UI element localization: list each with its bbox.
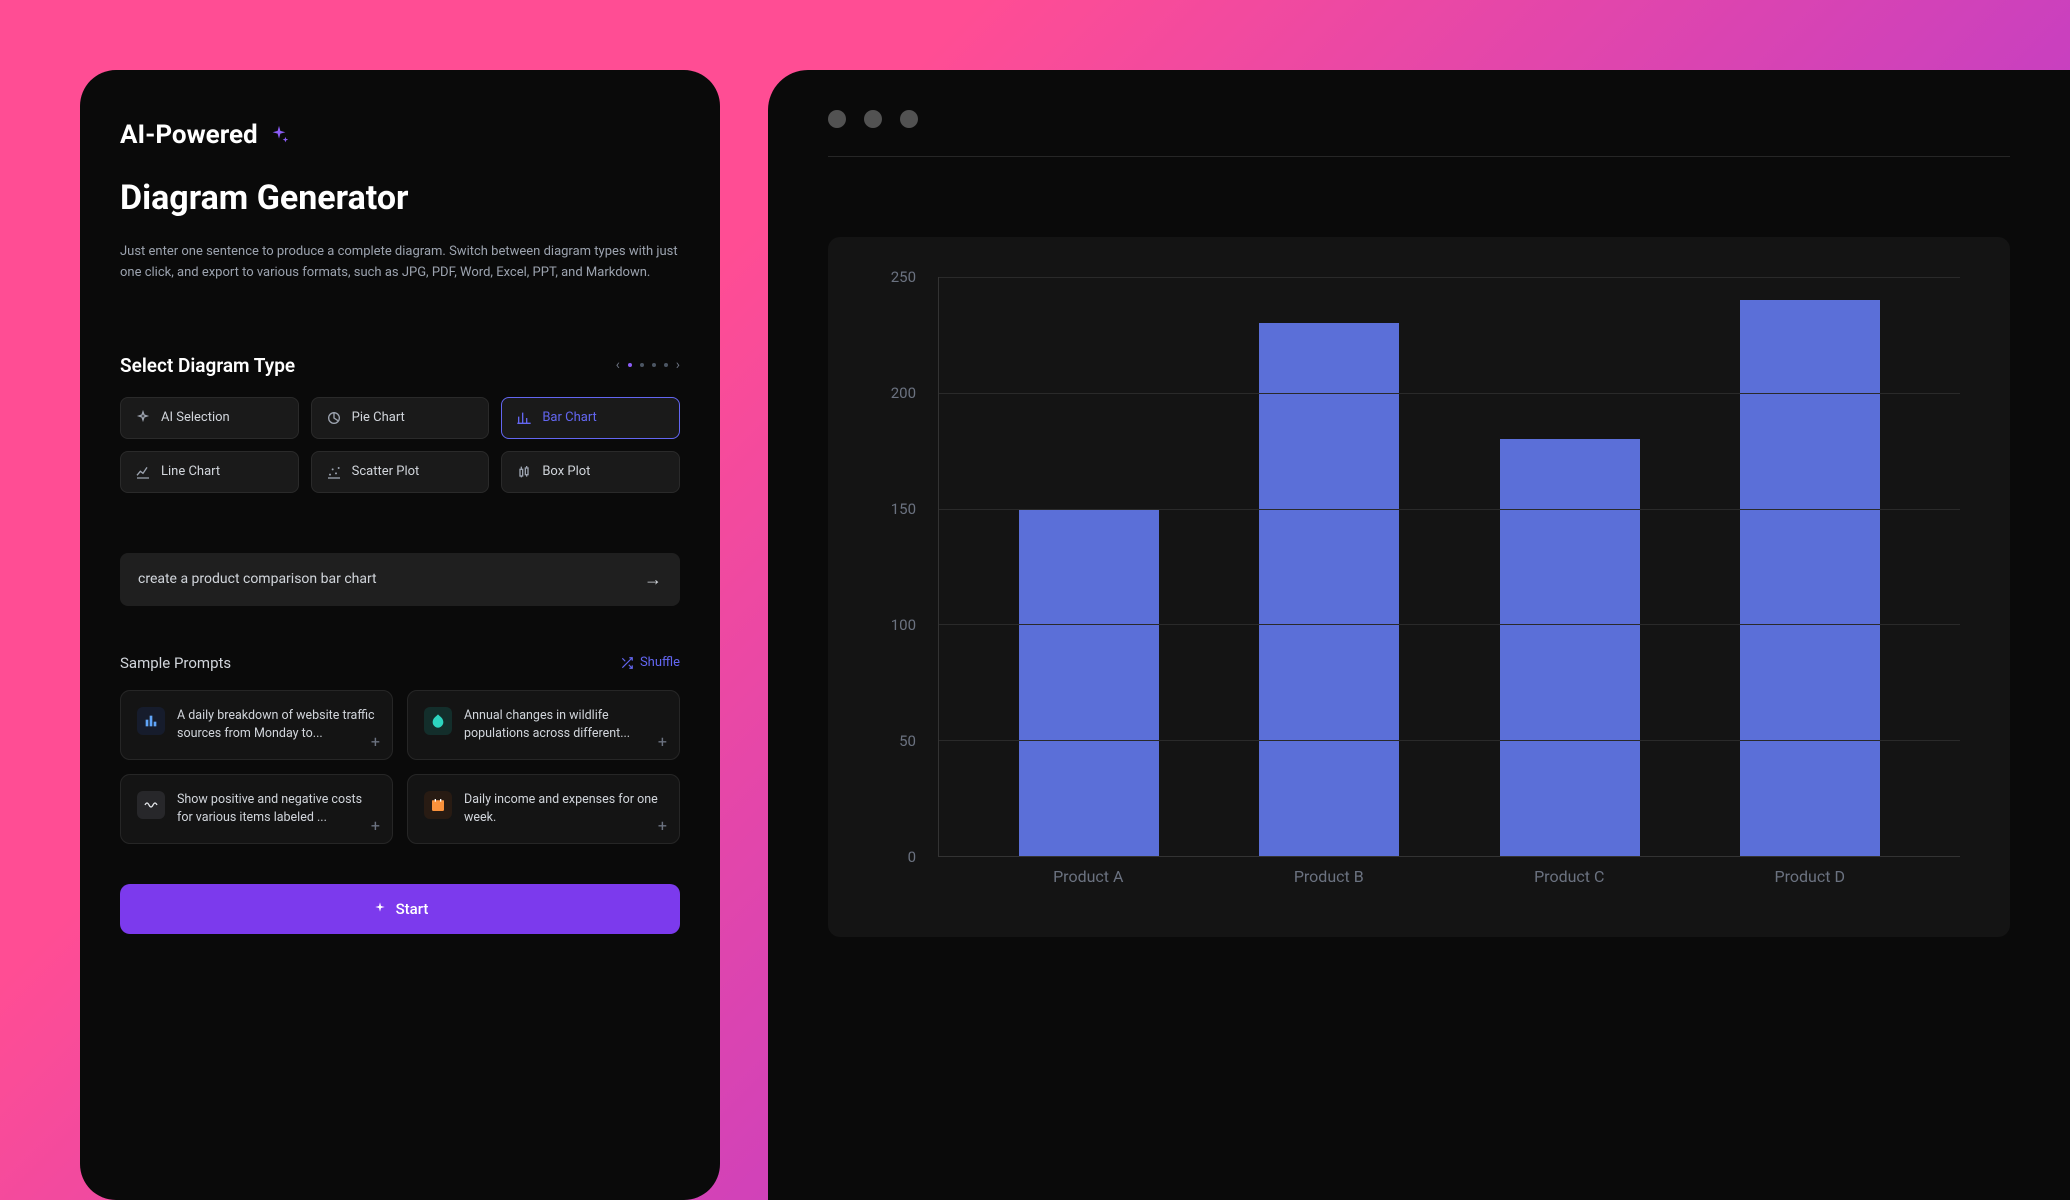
chip-scatter-plot[interactable]: Scatter Plot — [311, 451, 490, 493]
chip-label: Scatter Plot — [352, 464, 420, 479]
gridline — [939, 624, 1960, 625]
diagram-type-label: Select Diagram Type — [120, 354, 295, 377]
plus-icon[interactable]: + — [371, 732, 380, 751]
description: Just enter one sentence to produce a com… — [120, 242, 680, 284]
plus-icon[interactable]: + — [658, 816, 667, 835]
sample-text: Daily income and expenses for one week. — [464, 791, 663, 827]
bar — [1500, 439, 1640, 856]
sample-text: Annual changes in wildlife populations a… — [464, 707, 663, 743]
page-title: Diagram Generator — [120, 178, 680, 218]
wave-icon — [137, 791, 165, 819]
chip-label: Box Plot — [542, 464, 590, 479]
window-dot[interactable] — [828, 110, 846, 128]
chip-line-chart[interactable]: Line Chart — [120, 451, 299, 493]
bar — [1019, 509, 1159, 856]
sample-text: A daily breakdown of website traffic sou… — [177, 707, 376, 743]
scatter-icon — [326, 464, 342, 480]
y-tick: 200 — [891, 384, 916, 402]
sample-grid: A daily breakdown of website traffic sou… — [120, 690, 680, 845]
sparkle-icon — [135, 410, 151, 426]
y-tick: 100 — [891, 616, 916, 634]
pager-dot[interactable] — [652, 363, 656, 367]
plus-icon[interactable]: + — [371, 816, 380, 835]
pager-prev-icon[interactable]: ‹ — [616, 357, 620, 373]
y-axis: 050100150200250 — [868, 277, 928, 857]
x-label: Product D — [1740, 867, 1880, 886]
arrow-right-icon[interactable]: → — [644, 569, 662, 590]
start-label: Start — [396, 900, 429, 918]
y-tick: 150 — [891, 500, 916, 518]
x-label: Product B — [1259, 867, 1399, 886]
sample-text: Show positive and negative costs for var… — [177, 791, 376, 827]
line-icon — [135, 464, 151, 480]
sample-card[interactable]: A daily breakdown of website traffic sou… — [120, 690, 393, 760]
sample-card[interactable]: Annual changes in wildlife populations a… — [407, 690, 680, 760]
y-tick: 50 — [899, 732, 916, 750]
gridline — [939, 277, 1960, 278]
shuffle-icon — [620, 656, 634, 670]
chart-container: 050100150200250 Product AProduct BProduc… — [828, 237, 2010, 937]
sample-prompts-label: Sample Prompts — [120, 654, 231, 672]
bar-icon — [516, 410, 532, 426]
chip-bar-chart[interactable]: Bar Chart — [501, 397, 680, 439]
pager-dot[interactable] — [640, 363, 644, 367]
pager-dot[interactable] — [664, 363, 668, 367]
pager-next-icon[interactable]: › — [676, 357, 680, 373]
x-label: Product A — [1018, 867, 1158, 886]
pager: ‹ › — [616, 357, 680, 373]
divider — [828, 156, 2010, 157]
chip-pie-chart[interactable]: Pie Chart — [311, 397, 490, 439]
prompt-text: create a product comparison bar chart — [138, 571, 377, 587]
sample-card[interactable]: Show positive and negative costs for var… — [120, 774, 393, 844]
bar — [1740, 300, 1880, 856]
chip-box-plot[interactable]: Box Plot — [501, 451, 680, 493]
gridline — [939, 740, 1960, 741]
ai-powered-label: AI-Powered — [120, 120, 258, 150]
shuffle-button[interactable]: Shuffle — [620, 655, 680, 670]
y-tick: 0 — [908, 848, 916, 866]
preview-panel: 050100150200250 Product AProduct BProduc… — [768, 70, 2070, 1200]
x-axis-labels: Product A Product B Product C Product D — [938, 867, 1960, 886]
sparkle-icon — [268, 124, 290, 146]
chip-label: Line Chart — [161, 464, 220, 479]
window-dot[interactable] — [864, 110, 882, 128]
header: AI-Powered — [120, 120, 680, 150]
x-label: Product C — [1499, 867, 1639, 886]
bar — [1259, 323, 1399, 856]
gridline — [939, 509, 1960, 510]
chip-label: Bar Chart — [542, 410, 596, 425]
diagram-type-grid: AI Selection Pie Chart Bar Chart Line Ch… — [120, 397, 680, 493]
box-icon — [516, 464, 532, 480]
window-controls — [768, 110, 2070, 128]
chip-label: Pie Chart — [352, 410, 405, 425]
bar-chart: 050100150200250 Product AProduct BProduc… — [868, 277, 1960, 897]
window-dot[interactable] — [900, 110, 918, 128]
generator-panel: AI-Powered Diagram Generator Just enter … — [80, 70, 720, 1200]
shuffle-label: Shuffle — [640, 655, 680, 670]
bars — [939, 277, 1960, 856]
leaf-icon — [424, 707, 452, 735]
diagram-type-header: Select Diagram Type ‹ › — [120, 354, 680, 377]
sample-header: Sample Prompts Shuffle — [120, 654, 680, 672]
chip-label: AI Selection — [161, 410, 230, 425]
plus-icon[interactable]: + — [658, 732, 667, 751]
plot-area — [938, 277, 1960, 857]
chip-ai-selection[interactable]: AI Selection — [120, 397, 299, 439]
sample-card[interactable]: Daily income and expenses for one week. … — [407, 774, 680, 844]
chart-icon — [137, 707, 165, 735]
sparkle-icon — [372, 901, 388, 917]
gridline — [939, 393, 1960, 394]
y-tick: 250 — [891, 268, 916, 286]
prompt-input[interactable]: create a product comparison bar chart → — [120, 553, 680, 606]
pie-icon — [326, 410, 342, 426]
pager-dot[interactable] — [628, 363, 632, 367]
start-button[interactable]: Start — [120, 884, 680, 934]
calendar-icon — [424, 791, 452, 819]
